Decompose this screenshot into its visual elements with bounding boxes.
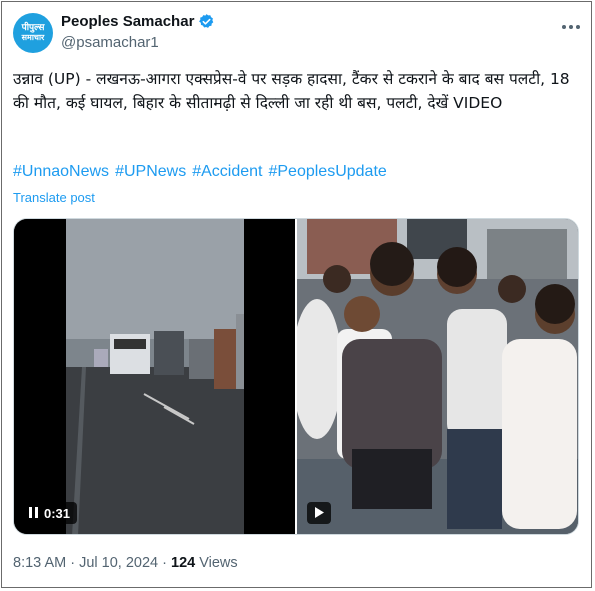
video-player-2[interactable]: [297, 219, 578, 534]
play-icon[interactable]: [314, 506, 324, 521]
hashtag-link[interactable]: #UnnaoNews: [13, 163, 109, 181]
hashtag-link[interactable]: #UPNews: [115, 163, 186, 181]
play-button[interactable]: [307, 502, 331, 524]
video-duration-badge[interactable]: 0:31: [22, 502, 78, 524]
avatar-text-line1: पीपुल्स: [21, 23, 45, 33]
post-meta: 8:13 AM · Jul 10, 2024 · 124 Views: [13, 555, 238, 571]
verified-badge-icon: [199, 14, 214, 28]
post-time[interactable]: 8:13 AM: [13, 555, 66, 571]
hashtag-list: #UnnaoNews #UPNews #Accident #PeoplesUpd…: [13, 163, 387, 181]
video-player-1[interactable]: 0:31: [14, 219, 295, 534]
translate-post-link[interactable]: Translate post: [13, 190, 95, 205]
media-grid: 0:31: [13, 218, 579, 535]
video-duration: 0:31: [44, 505, 71, 521]
video-thumbnail-crowd: [297, 219, 578, 534]
hashtag-link[interactable]: #PeoplesUpdate: [268, 163, 386, 181]
author-handle[interactable]: @psamachar1: [61, 34, 159, 51]
post-date[interactable]: Jul 10, 2024: [79, 555, 158, 571]
video-thumbnail-highway: [14, 219, 295, 534]
avatar-text-line2: समाचार: [21, 33, 45, 42]
more-options-icon[interactable]: [561, 14, 581, 35]
views-label: Views: [195, 555, 238, 571]
avatar[interactable]: पीपुल्स समाचार: [13, 13, 53, 53]
post-text: उन्नाव (UP) - लखनऊ-आगरा एक्सप्रेस-वे पर …: [13, 70, 570, 112]
meta-separator: ·: [66, 555, 80, 571]
author-name[interactable]: Peoples Samachar: [61, 13, 194, 30]
meta-separator: ·: [158, 555, 171, 571]
pause-icon[interactable]: [29, 506, 38, 521]
author-name-row[interactable]: Peoples Samachar: [61, 13, 215, 30]
views-count: 124: [171, 555, 196, 571]
hashtag-link[interactable]: #Accident: [192, 163, 262, 181]
